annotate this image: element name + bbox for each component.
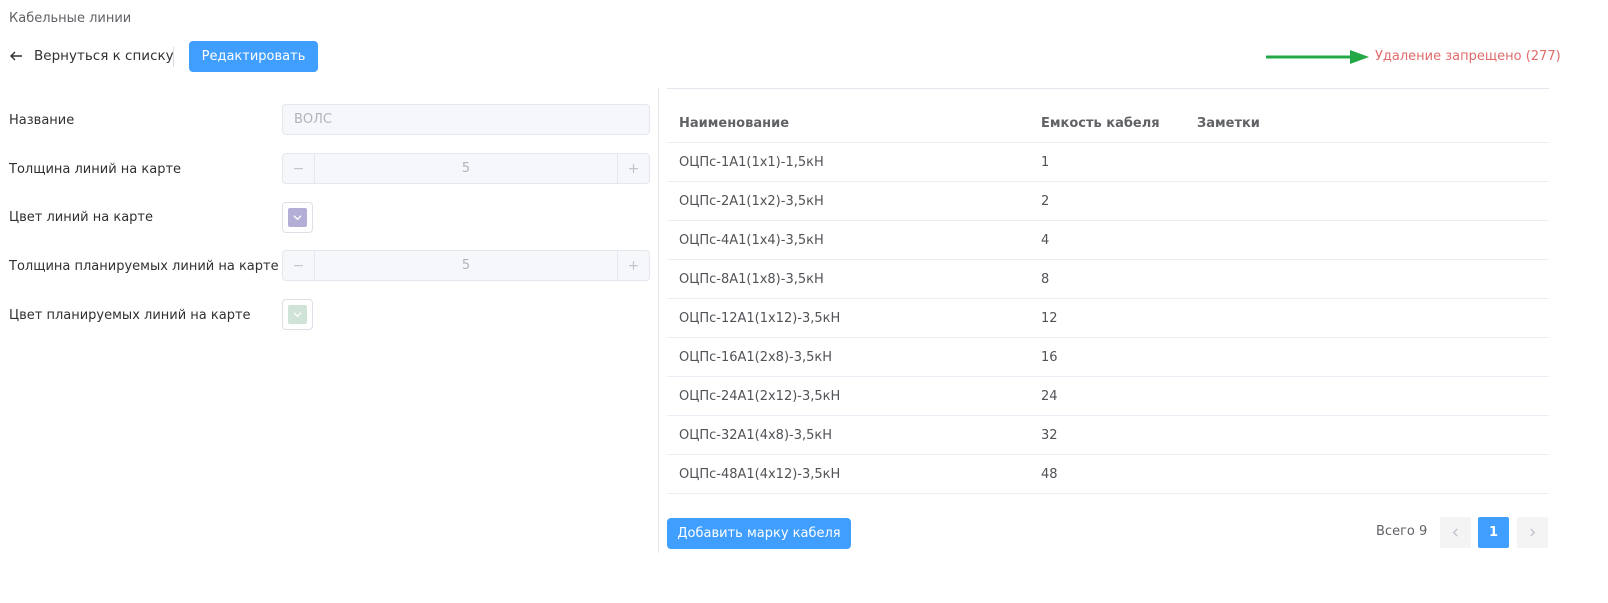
- table-row[interactable]: ОЦПс-32А1(4х8)-3,5кН 32: [667, 416, 1549, 455]
- cell-capacity: 24: [1041, 388, 1058, 404]
- chevron-left-icon: [1452, 528, 1458, 537]
- column-header-notes[interactable]: Заметки: [1186, 116, 1260, 131]
- decrease-button[interactable]: −: [283, 154, 315, 183]
- breadcrumb: Кабельные линии: [9, 11, 132, 26]
- annotation-arrow-icon: [1266, 50, 1369, 64]
- total-count: Всего 9: [1376, 524, 1428, 539]
- prev-page-button[interactable]: [1440, 517, 1471, 548]
- chevron-down-icon: [293, 215, 302, 221]
- decrease-button[interactable]: −: [283, 251, 315, 280]
- line-width-stepper[interactable]: − 5 +: [282, 153, 650, 184]
- table-row[interactable]: ОЦПс-48А1(4х12)-3,5кН 48: [667, 455, 1549, 494]
- column-header-name[interactable]: Наименование: [667, 116, 1030, 131]
- cell-capacity: 4: [1041, 232, 1050, 248]
- back-label: Вернуться к списку: [34, 48, 174, 64]
- cell-capacity: 1: [1041, 154, 1050, 170]
- back-to-list-link[interactable]: Вернуться к списку: [9, 48, 174, 64]
- line-width-value: 5: [461, 161, 471, 176]
- planned-color-picker[interactable]: [282, 299, 313, 330]
- cell-capacity: 32: [1041, 427, 1058, 443]
- cell-name: ОЦПс-1А1(1х1)-1,5кН: [679, 154, 824, 170]
- table-row[interactable]: ОЦПс-4А1(1х4)-3,5кН 4: [667, 221, 1549, 260]
- cell-name: ОЦПс-12А1(1х12)-3,5кН: [679, 310, 841, 326]
- chevron-down-icon: [293, 312, 302, 318]
- page-number-button[interactable]: 1: [1478, 517, 1509, 548]
- table-row[interactable]: ОЦПс-8А1(1х8)-3,5кН 8: [667, 260, 1549, 299]
- name-label: Название: [9, 113, 75, 128]
- cell-capacity: 48: [1041, 466, 1058, 482]
- cable-brands-table: Наименование Емкость кабеля Заметки ОЦПс…: [667, 104, 1549, 494]
- table-row[interactable]: ОЦПс-16А1(2х8)-3,5кН 16: [667, 338, 1549, 377]
- cell-capacity: 2: [1041, 193, 1050, 209]
- cell-name: ОЦПс-4А1(1х4)-3,5кН: [679, 232, 824, 248]
- header-divider: [173, 47, 174, 67]
- cell-name: ОЦПс-48А1(4х12)-3,5кН: [679, 466, 841, 482]
- cell-name: ОЦПс-24А1(2х12)-3,5кН: [679, 388, 841, 404]
- table-row[interactable]: ОЦПс-1А1(1х1)-1,5кН 1: [667, 143, 1549, 182]
- next-page-button[interactable]: [1517, 517, 1548, 548]
- header-separator: [667, 88, 1549, 89]
- line-width-label: Толщина линий на карте: [9, 162, 182, 177]
- line-color-label: Цвет линий на карте: [9, 210, 153, 225]
- cell-name: ОЦПс-2А1(1х2)-3,5кН: [679, 193, 824, 209]
- cell-name: ОЦПс-16А1(2х8)-3,5кН: [679, 349, 833, 365]
- name-value: ВОЛС: [294, 112, 333, 127]
- edit-button[interactable]: Редактировать: [189, 41, 318, 72]
- cell-name: ОЦПс-32А1(4х8)-3,5кН: [679, 427, 833, 443]
- cell-capacity: 12: [1041, 310, 1058, 326]
- delete-forbidden-status: Удаление запрещено (277): [1375, 49, 1561, 64]
- chevron-right-icon: [1530, 528, 1536, 537]
- line-color-swatch: [288, 208, 307, 227]
- panel-separator: [658, 88, 659, 553]
- table-row[interactable]: ОЦПс-12А1(1х12)-3,5кН 12: [667, 299, 1549, 338]
- planned-width-value: 5: [461, 258, 471, 273]
- line-color-picker[interactable]: [282, 202, 313, 233]
- table-header: Наименование Емкость кабеля Заметки: [667, 104, 1549, 143]
- planned-width-label: Толщина планируемых линий на карте: [9, 259, 279, 274]
- table-row[interactable]: ОЦПс-2А1(1х2)-3,5кН 2: [667, 182, 1549, 221]
- planned-color-swatch: [288, 305, 307, 324]
- cell-name: ОЦПс-8А1(1х8)-3,5кН: [679, 271, 824, 287]
- table-row[interactable]: ОЦПс-24А1(2х12)-3,5кН 24: [667, 377, 1549, 416]
- planned-width-stepper[interactable]: − 5 +: [282, 250, 650, 281]
- increase-button[interactable]: +: [617, 251, 649, 280]
- arrow-left-icon: [10, 51, 22, 61]
- add-cable-brand-button[interactable]: Добавить марку кабеля: [667, 518, 851, 549]
- planned-color-label: Цвет планируемых линий на карте: [9, 308, 251, 323]
- increase-button[interactable]: +: [617, 154, 649, 183]
- name-input[interactable]: ВОЛС: [282, 104, 650, 135]
- cell-capacity: 8: [1041, 271, 1050, 287]
- cell-capacity: 16: [1041, 349, 1058, 365]
- column-header-capacity[interactable]: Емкость кабеля: [1030, 116, 1186, 131]
